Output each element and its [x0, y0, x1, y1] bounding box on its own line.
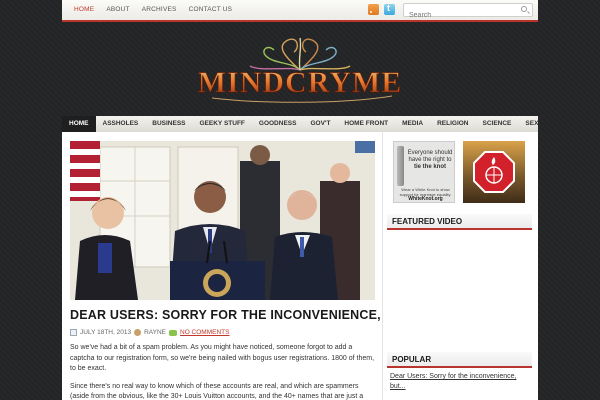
twitter-icon[interactable] [384, 3, 395, 15]
featured-image[interactable] [70, 141, 375, 300]
top-nav-archives[interactable]: ARCHIVES [136, 0, 183, 20]
top-nav-about[interactable]: ABOUT [100, 0, 135, 20]
popular-item[interactable]: Dear Users: Sorry for the inconvenience,… [390, 372, 530, 392]
top-bar: HOME ABOUT ARCHIVES CONTACT US [62, 0, 538, 22]
ad-line: have the right to [408, 157, 452, 163]
ad-line: Everyone should [407, 150, 453, 156]
site-logo[interactable]: MINDCRYME [62, 36, 538, 108]
nav-religion[interactable]: RELIGION [430, 116, 475, 132]
top-nav-contact[interactable]: CONTACT US [183, 0, 239, 20]
post-date: JULY 18TH, 2013 [80, 329, 132, 336]
rss-icon[interactable] [368, 4, 379, 15]
featured-photo [70, 141, 375, 300]
white-knot-ad[interactable]: Everyone should have the right to tie th… [393, 141, 455, 203]
search-box [403, 3, 533, 22]
post-body: So we've had a bit of a spam problem. As… [70, 343, 376, 400]
nav-goodness[interactable]: GOODNESS [252, 116, 304, 132]
nav-business[interactable]: BUSINESS [145, 116, 192, 132]
nav-home-front[interactable]: HOME FRONT [337, 116, 395, 132]
nav-assholes[interactable]: ASSHOLES [96, 116, 146, 132]
search-icon[interactable] [521, 6, 527, 12]
top-nav-home[interactable]: HOME [68, 0, 100, 20]
comments-icon [169, 329, 177, 336]
knot-ribbon-icon [397, 146, 404, 186]
logo-graphic: MINDCRYME [197, 37, 403, 103]
stop-sign-icon [473, 151, 515, 193]
nav-media[interactable]: MEDIA [395, 116, 430, 132]
post-paragraph: Since there's no real way to know which … [70, 382, 364, 400]
nav-geeky-stuff[interactable]: GEEKY STUFF [193, 116, 252, 132]
post-paragraph: So we've had a bit of a spam problem. As… [70, 344, 375, 372]
post-title[interactable]: DEAR USERS: SORRY FOR THE INCONVENIENCE,… [70, 308, 380, 322]
post-author[interactable]: RAYNE [144, 329, 166, 336]
user-icon [134, 329, 142, 336]
nav-home[interactable]: HOME [62, 116, 96, 132]
calendar-icon [70, 329, 77, 336]
popular-title: POPULAR [387, 352, 532, 368]
logo-text: MINDCRYME [198, 66, 403, 99]
stop-sign-ad[interactable] [463, 141, 525, 203]
nav-science[interactable]: SCIENCE [476, 116, 519, 132]
comments-link[interactable]: NO COMMENTS [180, 329, 229, 336]
nav-govt[interactable]: GOV'T [303, 116, 337, 132]
ad-line: tie the knot [413, 164, 446, 170]
post-meta: JULY 18TH, 2013 RAYNE NO COMMENTS [70, 329, 229, 336]
top-nav: HOME ABOUT ARCHIVES CONTACT US [68, 0, 238, 20]
featured-video-title: FEATURED VIDEO [387, 214, 532, 230]
ad-url: WhiteKnot.org [408, 196, 443, 202]
main-nav: HOME ASSHOLES BUSINESS GEEKY STUFF GOODN… [62, 116, 538, 132]
search-input[interactable] [404, 9, 514, 22]
content-area: DEAR USERS: SORRY FOR THE INCONVENIENCE,… [62, 132, 538, 400]
nav-sex[interactable]: SEX [518, 116, 545, 132]
